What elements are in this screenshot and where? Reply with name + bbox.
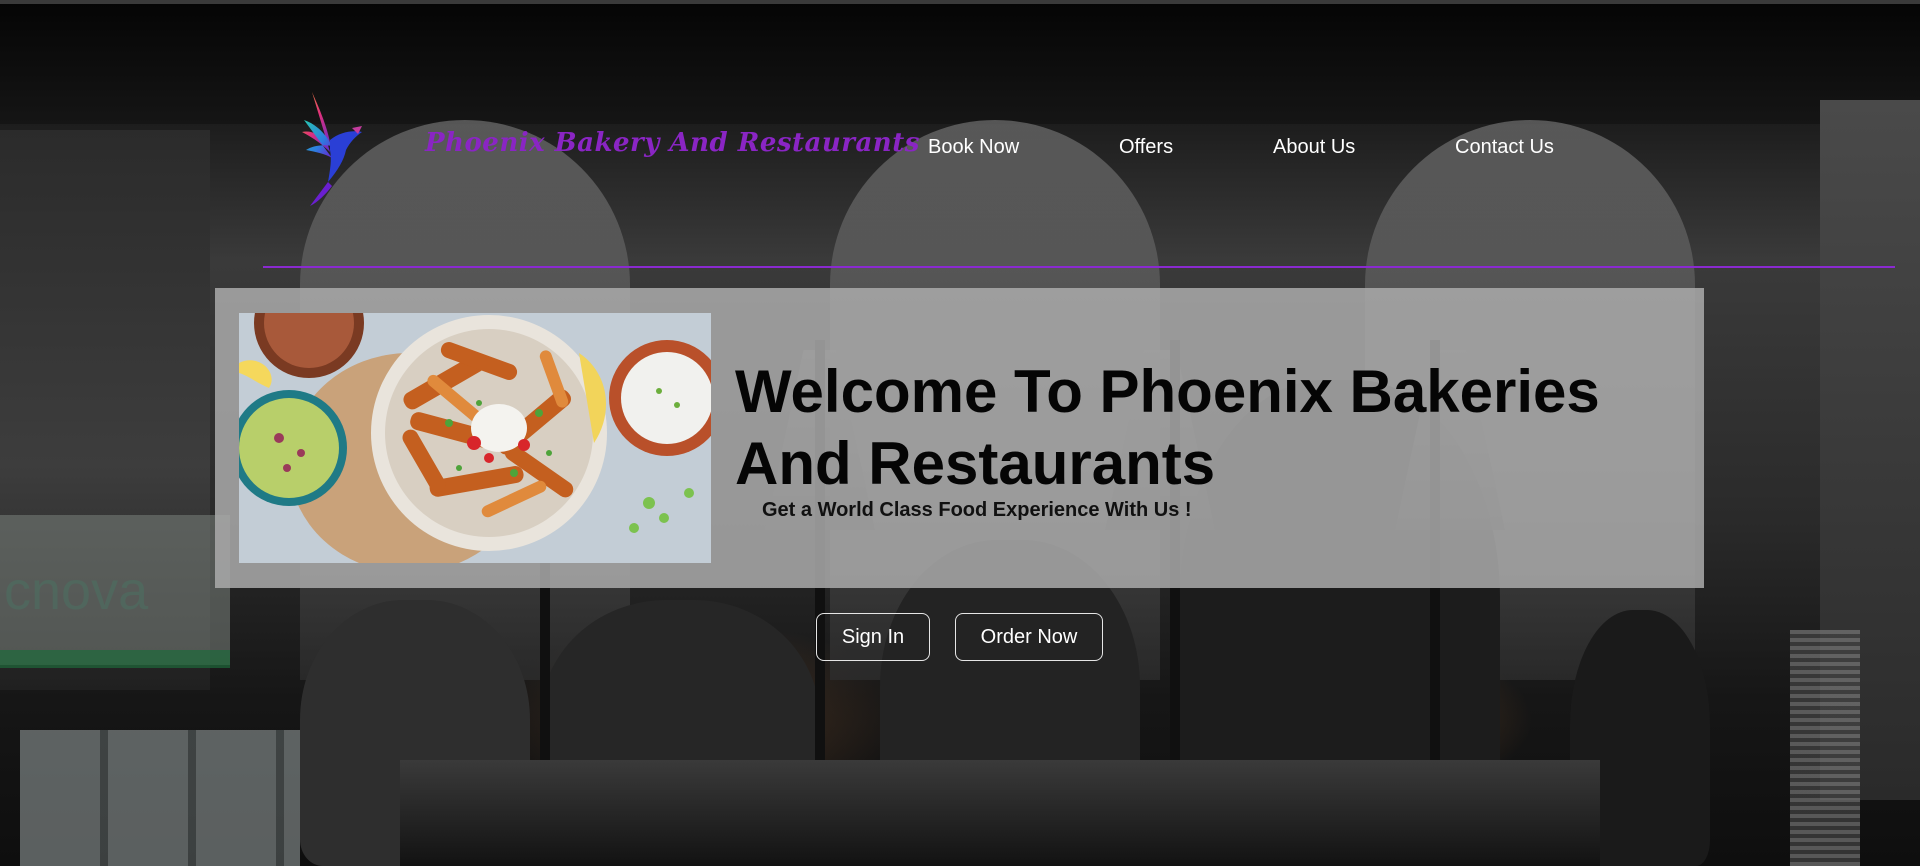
- nav-link-offers[interactable]: Offers: [1119, 136, 1173, 159]
- food-plate-image: [239, 313, 711, 563]
- nav-link-book-now[interactable]: Book Now: [928, 136, 1019, 159]
- header-divider: [263, 266, 1895, 268]
- hero-panel: Welcome To Phoenix Bakeries And Restaura…: [215, 288, 1704, 588]
- hero-title: Welcome To Phoenix Bakeries And Restaura…: [735, 358, 1600, 497]
- brand-name[interactable]: Phoenix Bakery And Restaurants: [425, 128, 920, 158]
- background-sign-text: cnova: [4, 561, 149, 621]
- background-sign-bar: [0, 650, 230, 668]
- background-plates: [1790, 630, 1860, 866]
- nav-link-about-us[interactable]: About Us: [1273, 136, 1355, 159]
- order-now-button[interactable]: Order Now: [955, 613, 1103, 661]
- sign-in-button[interactable]: Sign In: [816, 613, 930, 661]
- phoenix-bird-icon[interactable]: [300, 90, 370, 210]
- hero-subtitle: Get a World Class Food Experience With U…: [762, 499, 1192, 521]
- background-cups: [20, 730, 300, 866]
- landing-page: cnova Phoenix Bakery And Restaurants Boo…: [0, 0, 1920, 866]
- serving-counter: [400, 760, 1600, 866]
- nav-link-contact-us[interactable]: Contact Us: [1455, 136, 1554, 159]
- ceiling-beam: [0, 4, 1920, 124]
